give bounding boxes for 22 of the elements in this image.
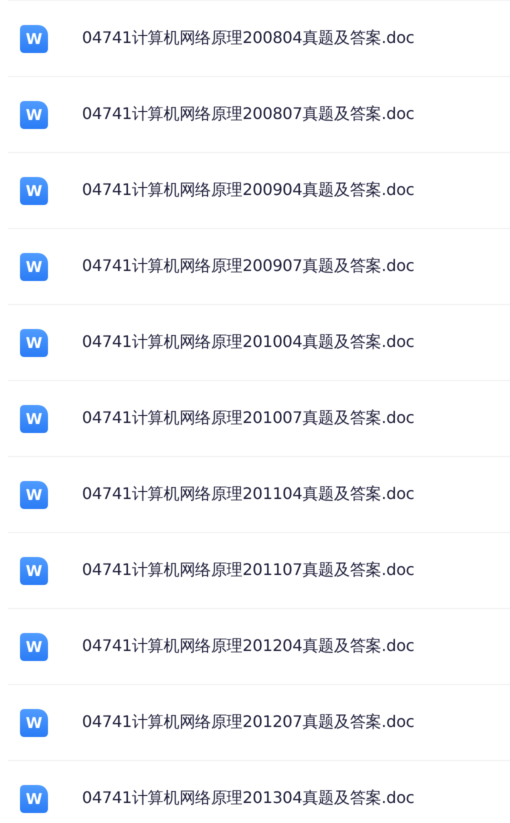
word-document-icon: W [20, 328, 48, 356]
file-name[interactable]: 04741计算机网络原理201107真题及答案.doc [82, 560, 414, 581]
file-name[interactable]: 04741计算机网络原理200804真题及答案.doc [82, 28, 414, 49]
file-name[interactable]: 04741计算机网络原理201104真题及答案.doc [82, 484, 414, 505]
word-document-icon: W [20, 252, 48, 280]
file-name[interactable]: 04741计算机网络原理200907真题及答案.doc [82, 256, 414, 277]
word-document-icon: W [20, 556, 48, 584]
word-document-icon: W [20, 404, 48, 432]
word-document-icon: W [20, 784, 48, 812]
word-document-icon: W [20, 708, 48, 736]
word-document-icon: W [20, 176, 48, 204]
file-name[interactable]: 04741计算机网络原理201304真题及答案.doc [82, 788, 414, 809]
file-name[interactable]: 04741计算机网络原理201204真题及答案.doc [82, 636, 414, 657]
word-document-icon: W [20, 632, 48, 660]
word-document-icon: W [20, 24, 48, 52]
file-name[interactable]: 04741计算机网络原理200807真题及答案.doc [82, 104, 414, 125]
word-document-icon: W [20, 480, 48, 508]
file-name[interactable]: 04741计算机网络原理201007真题及答案.doc [82, 408, 414, 429]
file-name[interactable]: 04741计算机网络原理200904真题及答案.doc [82, 180, 414, 201]
file-name[interactable]: 04741计算机网络原理201004真题及答案.doc [82, 332, 414, 353]
file-name[interactable]: 04741计算机网络原理201207真题及答案.doc [82, 712, 414, 733]
word-document-icon: W [20, 100, 48, 128]
